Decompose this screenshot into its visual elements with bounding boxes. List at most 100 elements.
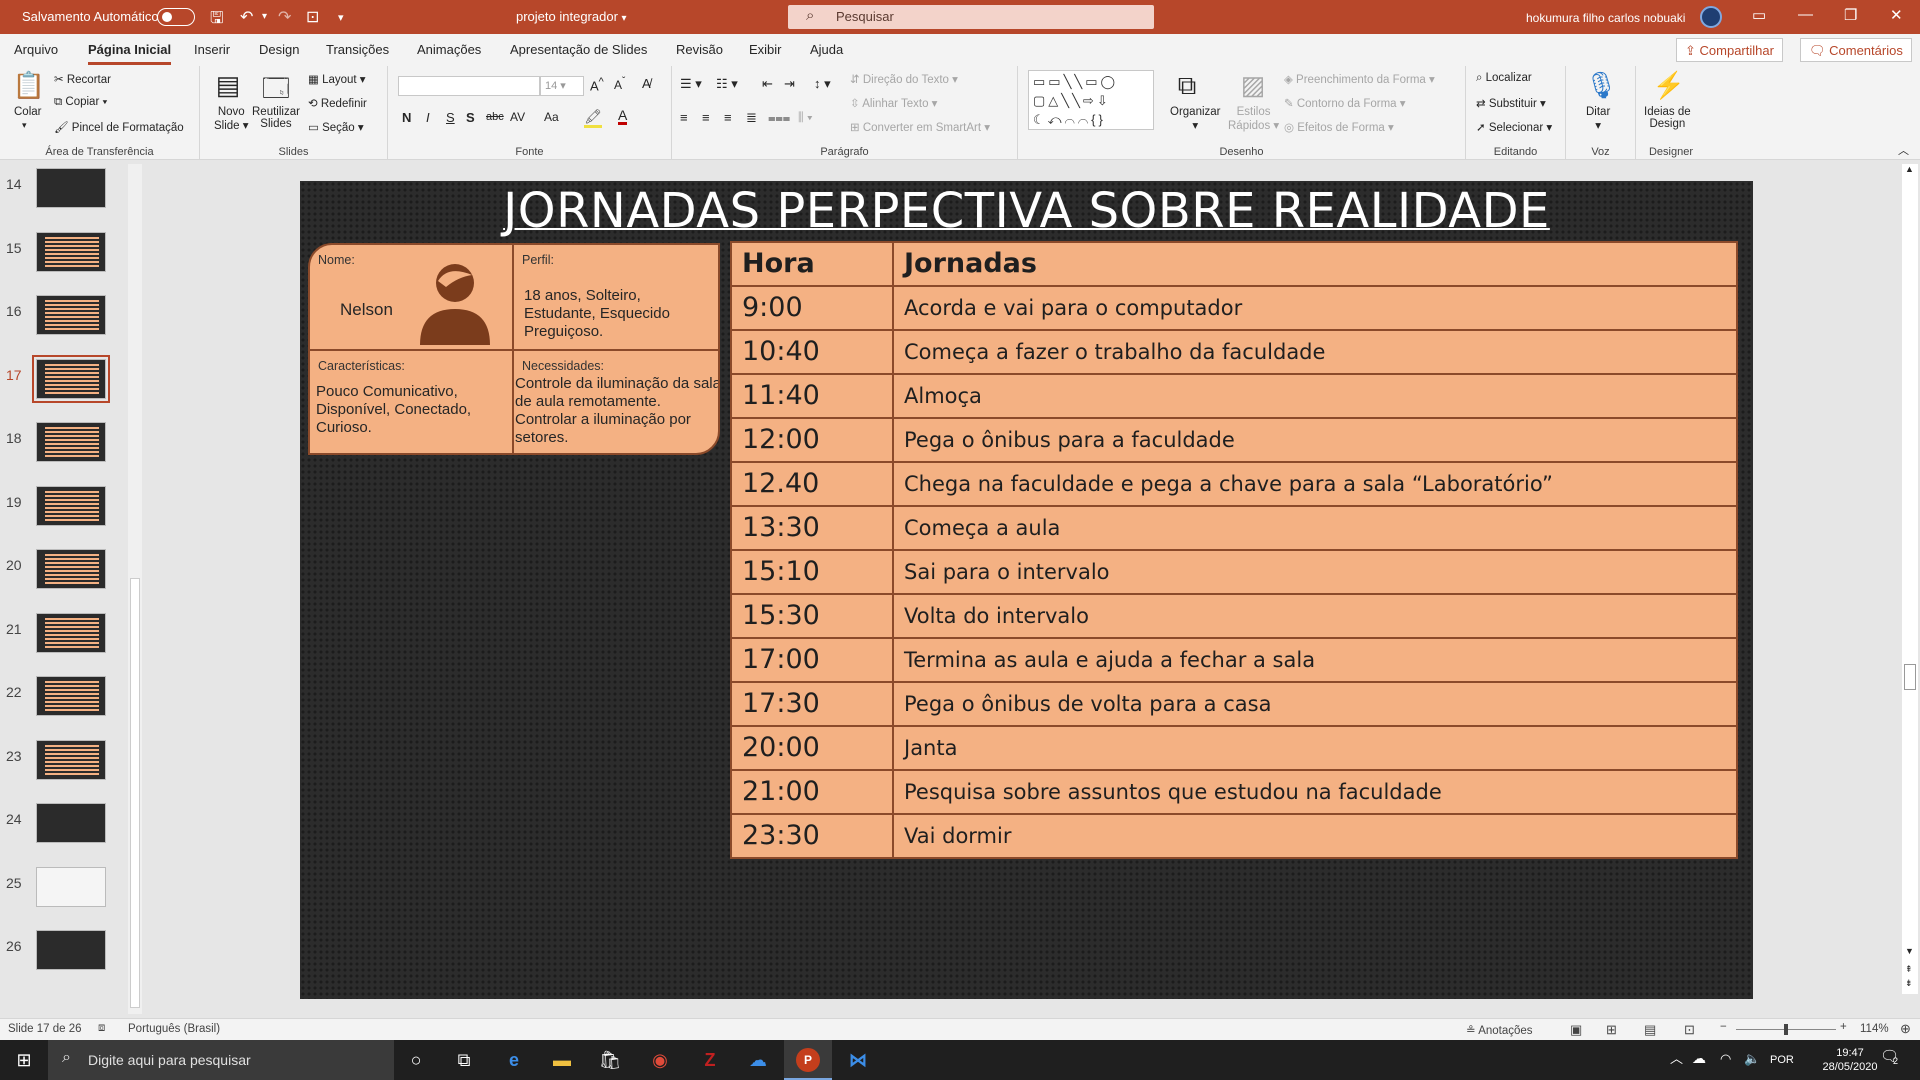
slide-thumbnail[interactable]	[36, 422, 106, 462]
volume-icon[interactable]: 🔈	[1744, 1052, 1760, 1066]
share-button[interactable]: ⇪ Compartilhar	[1676, 38, 1783, 62]
microphone-icon[interactable]: 🎙	[1584, 70, 1618, 101]
change-case-button[interactable]: Aa	[544, 110, 559, 124]
cortana-icon[interactable]: ○	[404, 1048, 428, 1072]
layout-button[interactable]: ▦ Layout ▾	[308, 72, 366, 86]
chrome-icon[interactable]: ◉	[648, 1048, 672, 1072]
notes-button[interactable]: ≗ Anotações	[1466, 1023, 1533, 1037]
cut-button[interactable]: ✂ Recortar	[54, 72, 111, 86]
minimize-icon[interactable]: —	[1798, 6, 1813, 23]
tab-design[interactable]: Design	[259, 42, 299, 57]
tab-exibir[interactable]: Exibir	[749, 42, 782, 57]
grow-font-icon[interactable]: A^	[590, 76, 604, 93]
font-color-icon[interactable]: A	[618, 108, 628, 125]
section-button[interactable]: ▭ Seção ▾	[308, 120, 364, 134]
bold-button[interactable]: N	[402, 110, 411, 125]
increase-indent-icon[interactable]: ⇥	[784, 76, 795, 92]
font-family-select[interactable]	[398, 76, 540, 96]
language-status[interactable]: Português (Brasil)	[128, 1023, 220, 1035]
decrease-indent-icon[interactable]: ⇤	[762, 76, 773, 92]
char-spacing-button[interactable]: AV	[510, 110, 525, 124]
schedule-table[interactable]: Hora Jornadas 9:00 Acorda e vai para o co…	[730, 241, 1738, 860]
tab-arquivo[interactable]: Arquivo	[14, 42, 58, 57]
paste-dropdown-icon[interactable]: ▾	[22, 120, 27, 131]
prev-slide-icon[interactable]: ⇞	[1905, 964, 1913, 975]
persona-card[interactable]: Nome: Nelson Perfil: 18 anos, Solteiro, …	[308, 243, 720, 455]
zoom-out-icon[interactable]: −	[1720, 1021, 1727, 1033]
scrollbar-thumb[interactable]	[130, 578, 140, 1008]
slide-thumbnail[interactable]	[36, 168, 106, 208]
slide-sorter-icon[interactable]: ⊞	[1606, 1022, 1617, 1038]
task-view-icon[interactable]: ⧉	[452, 1048, 476, 1072]
smartart-button[interactable]: ⊞ Converter em SmartArt ▾	[850, 120, 990, 134]
reuse-slides-button[interactable]: Reutilizar Slides	[252, 106, 300, 130]
strikethrough-button[interactable]: abc	[486, 111, 504, 123]
quick-styles-icon[interactable]: ▨	[1236, 70, 1270, 101]
filezilla-icon[interactable]: Z	[698, 1048, 722, 1072]
slide-thumbnail[interactable]	[32, 354, 110, 403]
slide-thumbnail[interactable]	[36, 930, 106, 970]
paste-icon[interactable]: 📋	[12, 70, 46, 101]
slide-scroll-thumb[interactable]	[1904, 664, 1916, 690]
tab-revisao[interactable]: Revisão	[676, 42, 723, 57]
arrange-button[interactable]: Organizar ▾	[1170, 106, 1221, 132]
replace-button[interactable]: ⇄ Substituir ▾	[1476, 96, 1546, 110]
new-slide-button[interactable]: Novo Slide ▾	[214, 106, 249, 132]
copy-button[interactable]: ⧉ Copiar ▾	[54, 96, 107, 109]
bullets-icon[interactable]: ☰ ▾	[680, 76, 702, 92]
slide-thumbnail[interactable]	[36, 803, 106, 843]
onedrive-app-icon[interactable]: ☁	[746, 1048, 770, 1072]
save-icon[interactable]: 🖫	[210, 7, 224, 34]
undo-icon[interactable]: ↶	[240, 7, 253, 27]
comments-button[interactable]: 🗨 Comentários	[1800, 38, 1912, 62]
shadow-button[interactable]: S	[466, 110, 475, 125]
customize-qa-icon[interactable]: ▾	[338, 11, 344, 24]
reset-button[interactable]: ⟲ Redefinir	[308, 96, 367, 110]
zoom-slider-thumb[interactable]	[1784, 1024, 1788, 1035]
underline-button[interactable]: S	[446, 110, 455, 125]
design-ideas-button[interactable]: Ideias de Design	[1644, 106, 1691, 130]
onedrive-tray-icon[interactable]: ☁	[1692, 1051, 1706, 1065]
shape-fill-button[interactable]: ◈ Preenchimento da Forma ▾	[1284, 72, 1435, 86]
collapse-ribbon-icon[interactable]: ︿	[1898, 142, 1909, 158]
search-box[interactable]: ⌕ Pesquisar	[788, 5, 1154, 29]
windows-start-icon[interactable]: ⊞	[12, 1048, 36, 1072]
shape-outline-button[interactable]: ✎ Contorno da Forma ▾	[1284, 96, 1406, 110]
slide-thumbnail[interactable]	[36, 866, 106, 907]
document-title[interactable]: projeto integrador ▾	[516, 9, 627, 24]
dictate-button[interactable]: Ditar ▾	[1586, 106, 1610, 132]
tray-chevron-icon[interactable]: ︿	[1670, 1052, 1683, 1066]
fit-slide-icon[interactable]: ⊕	[1900, 1021, 1911, 1037]
tab-transicoes[interactable]: Transições	[326, 42, 389, 57]
next-slide-icon[interactable]: ⇟	[1905, 978, 1913, 989]
slide-thumbnail[interactable]	[36, 612, 106, 653]
autosave-toggle[interactable]	[157, 8, 195, 26]
design-ideas-icon[interactable]: ⚡	[1652, 70, 1686, 101]
new-slide-icon[interactable]: ▤	[212, 70, 244, 101]
slide-scrollbar[interactable]: ▲ ▼ ⇞ ⇟	[1902, 164, 1918, 994]
slide-thumbnail[interactable]	[36, 549, 106, 589]
columns-icon[interactable]: ⫼ ▾	[798, 110, 813, 125]
edge-icon[interactable]: e	[502, 1048, 526, 1072]
reading-view-icon[interactable]: ▤	[1644, 1022, 1656, 1038]
find-button[interactable]: ⌕ Localizar	[1476, 72, 1532, 85]
select-button[interactable]: ➚ Selecionar ▾	[1476, 120, 1552, 134]
tab-apresentacao[interactable]: Apresentação de Slides	[510, 42, 647, 57]
align-right-icon[interactable]: ≡	[724, 110, 732, 125]
highlight-icon[interactable]: 🖍	[584, 108, 602, 128]
align-left-icon[interactable]: ≡	[680, 110, 688, 125]
thumbnails-scrollbar[interactable]	[128, 164, 142, 1014]
vscode-icon[interactable]: ⋈	[846, 1048, 870, 1072]
present-icon[interactable]: ⊡	[306, 7, 319, 27]
wifi-icon[interactable]: ◠	[1720, 1052, 1731, 1066]
tab-pagina-inicial[interactable]: Página Inicial	[88, 42, 172, 65]
align-center-icon[interactable]: ≡	[702, 110, 710, 125]
line-spacing-icon[interactable]: ↕ ▾	[814, 76, 831, 92]
clock[interactable]: 19:47 28/05/2020	[1812, 1046, 1888, 1074]
file-explorer-icon[interactable]: ▬	[550, 1048, 574, 1072]
slide-thumbnail[interactable]	[36, 295, 106, 335]
scroll-down-icon[interactable]: ▼	[1905, 946, 1914, 956]
ribbon-display-icon[interactable]: ▭	[1752, 6, 1766, 24]
distributed-icon[interactable]: ⩶	[768, 110, 790, 126]
close-icon[interactable]: ✕	[1890, 6, 1903, 24]
